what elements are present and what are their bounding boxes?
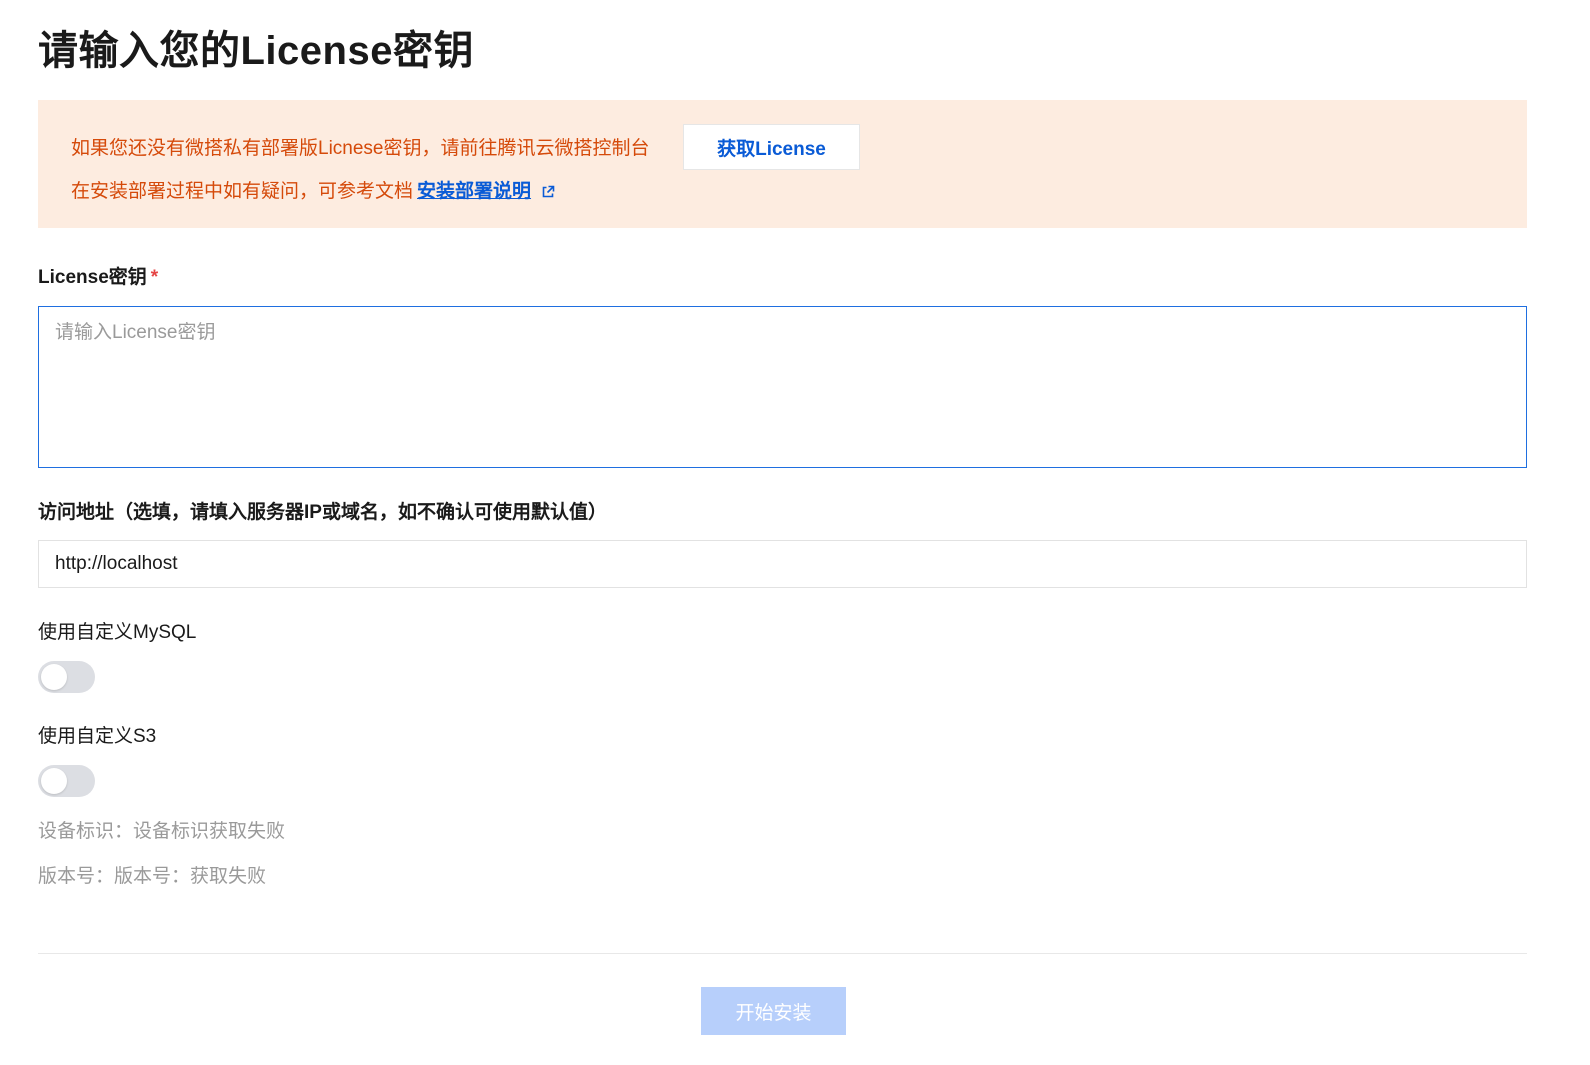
page-title: 请输入您的License密钥 — [38, 29, 474, 73]
s3-option-label: 使用自定义S3 — [38, 726, 157, 747]
install-doc-link[interactable]: 安装部署说明 — [417, 176, 531, 203]
notice-banner: 如果您还没有微搭私有部署版Licnese密钥，请前往腾讯云微搭控制台 获取Lic… — [38, 100, 1527, 228]
notice-text-no-license: 如果您还没有微搭私有部署版Licnese密钥，请前往腾讯云微搭控制台 — [71, 138, 650, 159]
license-field-label: License密钥 * — [38, 262, 158, 289]
start-install-button[interactable]: 开始安装 — [701, 987, 846, 1035]
mysql-option-label: 使用自定义MySQL — [38, 622, 197, 643]
device-id-text: 设备标识：设备标识获取失败 — [38, 821, 286, 842]
s3-toggle[interactable] — [38, 765, 95, 797]
mysql-toggle-knob — [41, 664, 67, 690]
license-key-input[interactable] — [38, 306, 1527, 468]
get-license-button[interactable]: 获取License — [683, 124, 860, 170]
access-url-input[interactable] — [38, 540, 1527, 588]
footer-divider — [38, 953, 1527, 954]
required-mark: * — [150, 267, 159, 288]
notice-doc-line: 在安装部署过程中如有疑问，可参考文档 安装部署说明 — [71, 176, 555, 203]
license-label-text: License密钥 — [38, 267, 147, 288]
s3-toggle-knob — [41, 768, 67, 794]
version-text: 版本号：版本号：获取失败 — [38, 866, 267, 887]
notice-doc-text: 在安装部署过程中如有疑问，可参考文档 — [71, 181, 414, 202]
url-field-label: 访问地址（选填，请填入服务器IP或域名，如不确认可使用默认值） — [38, 502, 607, 523]
mysql-toggle[interactable] — [38, 661, 95, 693]
external-link-icon[interactable] — [541, 183, 555, 197]
